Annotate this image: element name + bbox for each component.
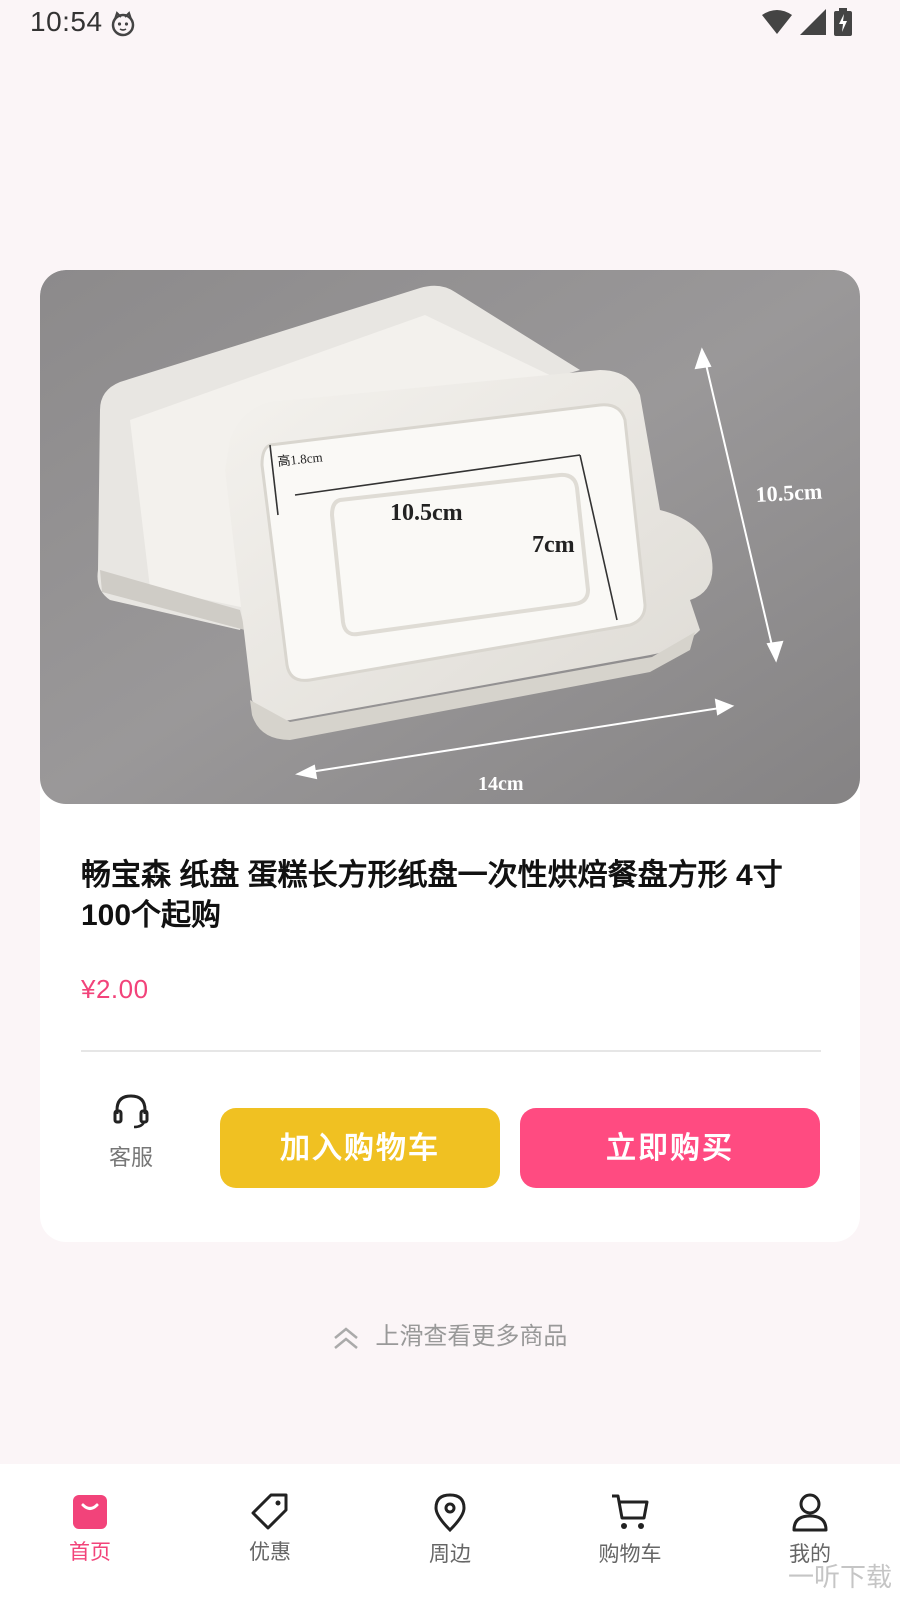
dimension-outer-depth-label: 10.5cm xyxy=(755,479,823,507)
swipe-up-hint-text: 上滑查看更多商品 xyxy=(375,1323,568,1350)
dimension-inner-width-label: 10.5cm xyxy=(390,500,463,526)
tab-cart-label: 购物车 xyxy=(598,1543,662,1566)
customer-service-button[interactable]: 客服 xyxy=(81,1092,181,1172)
home-bag-icon xyxy=(73,1495,107,1529)
status-bar: 10:54 xyxy=(0,0,900,48)
signal-icon xyxy=(800,9,826,35)
tab-cart[interactable]: 购物车 xyxy=(570,1492,690,1568)
product-image[interactable]: 高1.8cm 10.5cm 7cm 10.5cm 14cm xyxy=(40,270,860,804)
product-title: 畅宝森 纸盘 蛋糕长方形纸盘一次性烘焙餐盘方形 4寸 100个起购 xyxy=(81,859,783,932)
bottom-tab-bar: 首页 优惠 周边 购物车 我的 一听下载 xyxy=(0,1464,900,1600)
dimension-outer-width-label: 14cm xyxy=(478,773,524,795)
tab-nearby[interactable]: 周边 xyxy=(390,1492,510,1568)
tab-nearby-label: 周边 xyxy=(429,1543,471,1566)
customer-service-label: 客服 xyxy=(108,1145,153,1170)
swipe-up-hint: 上滑查看更多商品 xyxy=(0,1316,900,1351)
user-icon xyxy=(792,1493,828,1532)
tab-home[interactable]: 首页 xyxy=(30,1492,150,1566)
cart-icon xyxy=(612,1494,649,1529)
double-chevron-up-icon xyxy=(333,1327,358,1349)
status-time: 10:54 xyxy=(30,6,103,37)
wifi-icon xyxy=(762,10,792,34)
battery-charging-icon xyxy=(834,8,852,36)
tab-discount[interactable]: 优惠 xyxy=(210,1492,330,1566)
buy-now-button[interactable]: 立即购买 xyxy=(520,1108,820,1188)
location-pin-icon xyxy=(434,1493,466,1532)
add-to-cart-button[interactable]: 加入购物车 xyxy=(220,1108,500,1188)
headset-icon xyxy=(113,1094,149,1129)
tab-discount-label: 优惠 xyxy=(249,1541,291,1564)
product-price: ¥2.00 xyxy=(81,974,149,1004)
cat-notification-icon xyxy=(111,11,135,37)
dimension-inner-depth-label: 7cm xyxy=(532,532,575,558)
tab-home-label: 首页 xyxy=(69,1541,111,1564)
watermark: 一听下载 xyxy=(787,1562,892,1592)
product-card: 高1.8cm 10.5cm 7cm 10.5cm 14cm 畅宝森 纸盘 蛋糕长… xyxy=(40,270,860,1242)
tag-icon xyxy=(251,1493,288,1530)
divider xyxy=(81,1050,821,1052)
